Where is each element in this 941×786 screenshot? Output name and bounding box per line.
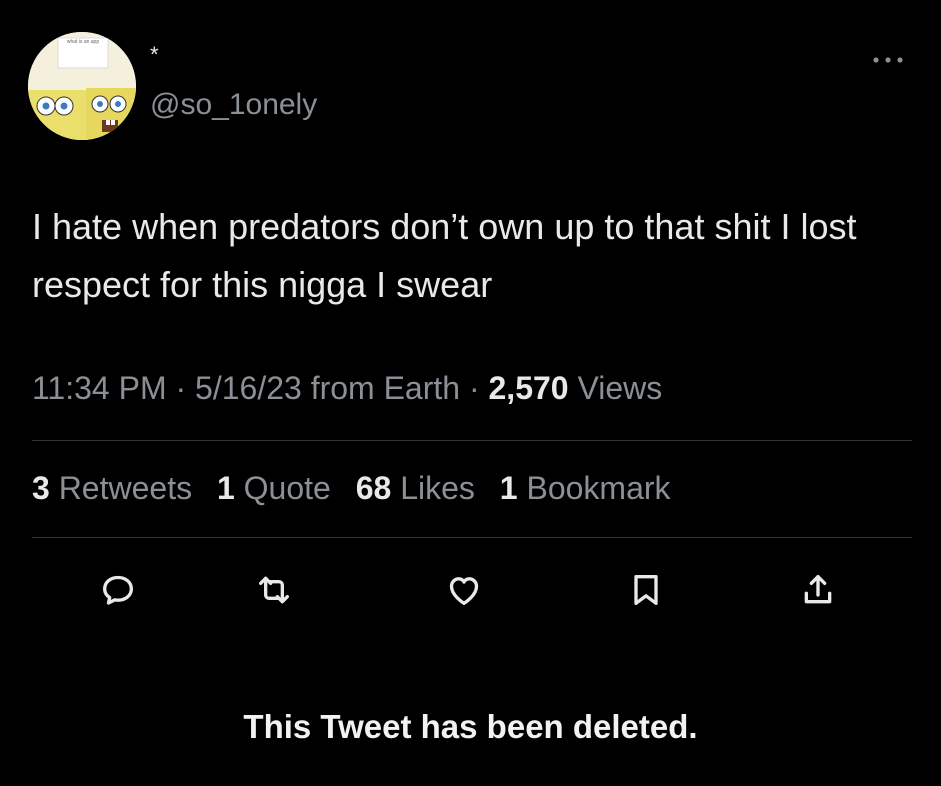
like-icon[interactable] bbox=[444, 570, 484, 610]
bookmarks-stat[interactable]: 1 Bookmark bbox=[500, 470, 671, 506]
quotes-stat[interactable]: 1 Quote bbox=[217, 470, 331, 506]
tweet-time[interactable]: 11:34 PM bbox=[32, 370, 167, 406]
likes-stat[interactable]: 68 Likes bbox=[356, 470, 475, 506]
deleted-notice: This Tweet has been deleted. bbox=[243, 708, 698, 745]
more-options-icon[interactable] bbox=[868, 50, 912, 70]
retweet-icon[interactable] bbox=[254, 570, 294, 610]
share-icon[interactable] bbox=[798, 570, 838, 610]
tweet-text: I hate when predators don’t own up to th… bbox=[32, 206, 857, 305]
reply-icon[interactable] bbox=[98, 570, 138, 610]
engagement-stats: 3 Retweets 1 Quote 68 Likes 1 Bookmark bbox=[32, 470, 687, 507]
tweet-location: from Earth bbox=[310, 370, 461, 406]
user-handle[interactable]: @so_1onely bbox=[150, 88, 317, 122]
display-name[interactable]: * bbox=[150, 42, 159, 68]
divider bbox=[32, 537, 912, 538]
separator: · bbox=[468, 370, 480, 406]
retweets-stat[interactable]: 3 Retweets bbox=[32, 470, 192, 506]
views-label: Views bbox=[577, 370, 663, 406]
bookmark-icon[interactable] bbox=[626, 570, 666, 610]
views-count: 2,570 bbox=[488, 370, 569, 406]
tweet-meta: 11:34 PM · 5/16/23 from Earth · 2,570 Vi… bbox=[32, 370, 662, 407]
avatar-caption: what is an app bbox=[67, 39, 99, 45]
tweet-date[interactable]: 5/16/23 bbox=[195, 370, 302, 406]
avatar[interactable]: what is an app bbox=[28, 32, 136, 140]
divider bbox=[32, 440, 912, 441]
separator: · bbox=[175, 370, 187, 406]
